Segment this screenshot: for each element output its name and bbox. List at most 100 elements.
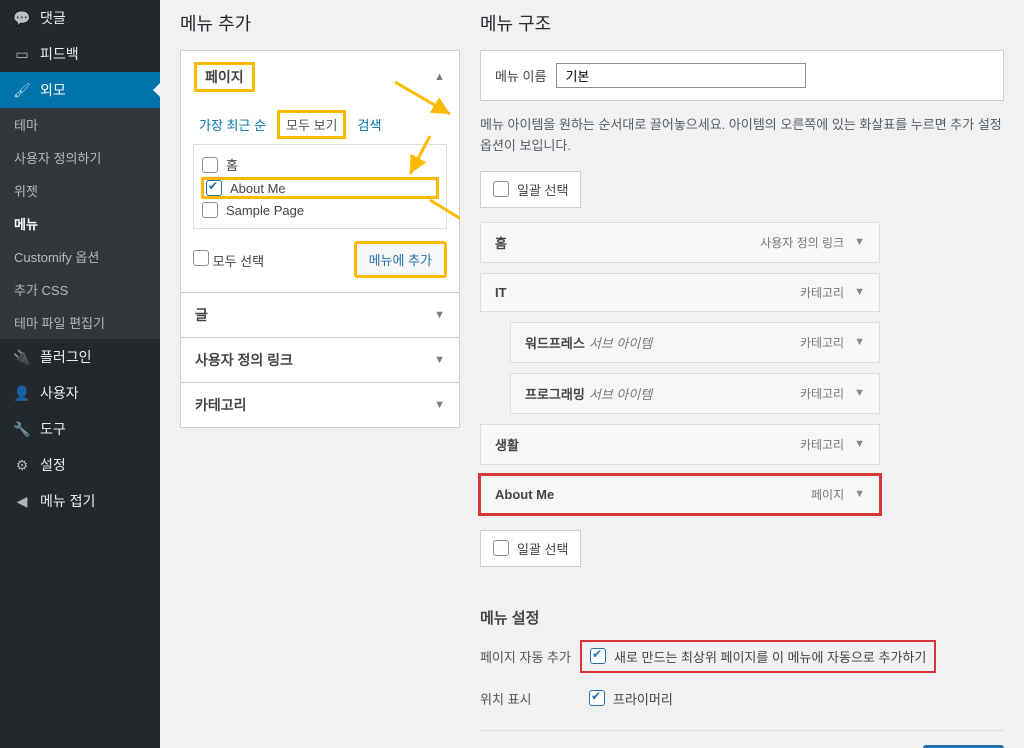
menu-item-life[interactable]: 생활 카테고리▼	[480, 424, 880, 465]
collapse-icon: ◀	[12, 491, 32, 511]
page-checkbox-sample[interactable]: Sample Page	[202, 198, 438, 222]
feedback-icon: ▭	[12, 44, 32, 64]
menu-item-programming[interactable]: 프로그래밍서브 아이템 카테고리▼	[510, 373, 880, 414]
setting-auto-add: 페이지 자동 추가 새로 만드는 최상위 페이지를 이 메뉴에 자동으로 추가하…	[480, 640, 1004, 673]
menu-name-row: 메뉴 이름	[480, 50, 1004, 101]
checkbox-sample[interactable]	[202, 202, 218, 218]
setting-label: 페이지 자동 추가	[480, 647, 580, 666]
menu-item-title: About Me	[495, 487, 554, 502]
menu-item-title: 홈	[495, 233, 507, 252]
bulk-label: 일괄 선택	[517, 180, 568, 199]
add-menu-title: 메뉴 추가	[180, 10, 460, 36]
sidebar-item-users[interactable]: 👤 사용자	[0, 375, 160, 411]
menu-item-about-me[interactable]: About Me 페이지 ▼	[480, 475, 880, 514]
page-label: About Me	[230, 181, 286, 196]
setting-label: 위치 표시	[480, 689, 580, 708]
checkbox-select-all[interactable]	[193, 250, 209, 266]
menu-footer: 메뉴 삭제 메뉴 저장	[480, 730, 1004, 748]
sidebar-item-label: 플러그인	[40, 347, 92, 367]
bulk-checkbox[interactable]	[493, 181, 509, 197]
menu-item-title: IT	[495, 285, 507, 300]
tool-icon: 🔧	[12, 419, 32, 439]
accordion-pages-body: 가장 최근 순 모두 보기 검색 홈 About Me	[181, 103, 459, 292]
menu-helper-text: 메뉴 아이템을 원하는 순서대로 끌어놓으세요. 아이템의 오른쪽에 있는 화살…	[480, 115, 1004, 157]
menu-item-subtext: 서브 아이템	[589, 336, 652, 351]
submenu-customify[interactable]: Customify 옵션	[0, 240, 160, 273]
bulk-checkbox[interactable]	[493, 540, 509, 556]
bulk-select-top[interactable]: 일괄 선택	[480, 171, 581, 208]
bulk-select-bottom[interactable]: 일괄 선택	[480, 530, 581, 567]
menu-item-subtext: 서브 아이템	[589, 387, 652, 402]
select-all-row: 모두 선택 메뉴에 추가	[181, 229, 459, 292]
sidebar-item-plugins[interactable]: 🔌 플러그인	[0, 339, 160, 375]
select-all-checkbox[interactable]: 모두 선택	[193, 250, 264, 270]
accordion-posts-head[interactable]: 글 ▼	[181, 292, 459, 337]
sidebar-item-label: 메뉴 접기	[40, 491, 95, 511]
sidebar-item-label: 도구	[40, 419, 66, 439]
checkbox-primary[interactable]	[589, 690, 605, 706]
page-checkbox-about[interactable]: About Me	[202, 178, 438, 198]
checkbox-home[interactable]	[202, 157, 218, 173]
sidebar-item-settings[interactable]: ⚙ 설정	[0, 447, 160, 483]
sidebar-submenu: 테마 사용자 정의하기 위젯 메뉴 Customify 옵션 추가 CSS 테마…	[0, 108, 160, 339]
sidebar-item-label: 댓글	[40, 8, 66, 28]
chevron-down-icon: ▼	[854, 488, 865, 500]
submenu-theme-editor[interactable]: 테마 파일 편집기	[0, 306, 160, 339]
accordion-label: 글	[195, 305, 208, 325]
menu-item-wordpress[interactable]: 워드프레스서브 아이템 카테고리▼	[510, 322, 880, 363]
submenu-customize[interactable]: 사용자 정의하기	[0, 141, 160, 174]
setting-primary-checkbox[interactable]: 프라이머리	[580, 683, 682, 714]
accordion-categories-head[interactable]: 카테고리 ▼	[181, 382, 459, 427]
submenu-widgets[interactable]: 위젯	[0, 174, 160, 207]
menu-settings: 메뉴 설정 페이지 자동 추가 새로 만드는 최상위 페이지를 이 메뉴에 자동…	[480, 607, 1004, 714]
tab-recent[interactable]: 가장 최근 순	[193, 111, 272, 138]
sidebar-item-feedback[interactable]: ▭ 피드백	[0, 36, 160, 72]
chevron-down-icon: ▼	[854, 438, 865, 450]
menu-item-type: 페이지	[811, 486, 844, 503]
menu-item-it[interactable]: IT 카테고리 ▼	[480, 273, 880, 312]
menu-item-type: 카테고리	[800, 385, 844, 402]
submenu-additional-css[interactable]: 추가 CSS	[0, 273, 160, 306]
accordion-custom-links-head[interactable]: 사용자 정의 링크 ▼	[181, 337, 459, 382]
page-label: 홈	[226, 155, 238, 174]
page-list: 홈 About Me Sample Page	[193, 144, 447, 229]
chevron-down-icon: ▼	[854, 236, 865, 248]
sidebar-collapse[interactable]: ◀ 메뉴 접기	[0, 483, 160, 519]
menu-name-label: 메뉴 이름	[495, 66, 546, 85]
menu-item-title: 워드프레스	[525, 336, 585, 351]
sidebar-item-appearance[interactable]: 🖌 외모	[0, 72, 160, 108]
accordion: 페이지 ▲ 가장 최근 순 모두 보기 검색 홈	[180, 50, 460, 428]
save-menu-button[interactable]: 메뉴 저장	[923, 745, 1004, 748]
submenu-theme[interactable]: 테마	[0, 108, 160, 141]
add-to-menu-button[interactable]: 메뉴에 추가	[354, 241, 447, 278]
accordion-pages-label: 페이지	[195, 63, 254, 91]
sidebar-item-label: 사용자	[40, 383, 79, 403]
menu-item-type: 사용자 정의 링크	[760, 234, 844, 251]
chevron-down-icon: ▼	[854, 286, 865, 298]
accordion-pages-head[interactable]: 페이지 ▲	[181, 51, 459, 103]
add-menu-column: 메뉴 추가 페이지 ▲ 가장 최근 순 모두 보기 검색	[180, 0, 460, 748]
menu-item-home[interactable]: 홈 사용자 정의 링크 ▼	[480, 222, 880, 263]
accordion-label: 카테고리	[195, 395, 247, 415]
accordion-label: 사용자 정의 링크	[195, 350, 293, 370]
checkbox-label: 프라이머리	[613, 689, 673, 708]
caret-down-icon: ▼	[434, 399, 445, 411]
sidebar-item-tools[interactable]: 🔧 도구	[0, 411, 160, 447]
setting-auto-add-checkbox[interactable]: 새로 만드는 최상위 페이지를 이 메뉴에 자동으로 추가하기	[580, 640, 936, 673]
sidebar-item-comments[interactable]: 💬 댓글	[0, 0, 160, 36]
menu-structure-title: 메뉴 구조	[480, 10, 1004, 36]
page-checkbox-home[interactable]: 홈	[202, 151, 438, 178]
menu-settings-title: 메뉴 설정	[480, 607, 1004, 628]
menu-item-type: 카테고리	[800, 284, 844, 301]
caret-down-icon: ▼	[434, 309, 445, 321]
tab-view-all[interactable]: 모두 보기	[278, 111, 345, 138]
checkbox-auto-add[interactable]	[590, 648, 606, 664]
submenu-menus[interactable]: 메뉴	[0, 207, 160, 240]
checkbox-about[interactable]	[206, 180, 222, 196]
admin-sidebar: 💬 댓글 ▭ 피드백 🖌 외모 테마 사용자 정의하기 위젯 메뉴 Custom…	[0, 0, 160, 748]
menu-name-input[interactable]	[556, 63, 806, 88]
chevron-down-icon: ▼	[854, 387, 865, 399]
tab-search[interactable]: 검색	[351, 111, 387, 138]
page-label: Sample Page	[226, 203, 304, 218]
sidebar-item-label: 피드백	[40, 44, 79, 64]
